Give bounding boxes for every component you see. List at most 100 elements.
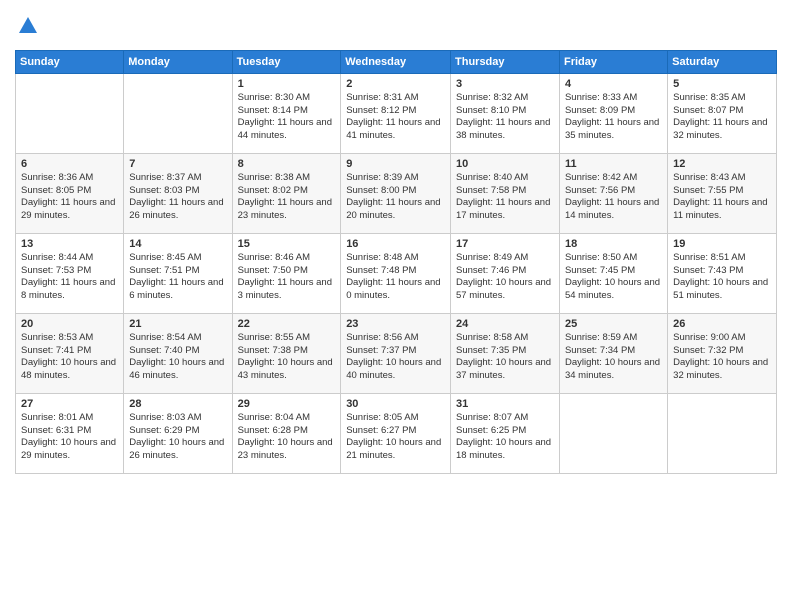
day-number: 9 — [346, 158, 445, 170]
day-info: Sunrise: 8:54 AM Sunset: 7:40 PM Dayligh… — [129, 332, 226, 383]
day-number: 5 — [673, 78, 771, 90]
calendar-cell: 22 Sunrise: 8:55 AM Sunset: 7:38 PM Dayli… — [232, 313, 341, 393]
calendar-week-3: 13 Sunrise: 8:44 AM Sunset: 7:53 PM Dayli… — [16, 233, 777, 313]
day-number: 10 — [456, 158, 554, 170]
calendar-cell: 13 Sunrise: 8:44 AM Sunset: 7:53 PM Dayli… — [16, 233, 124, 313]
day-info: Sunrise: 8:39 AM Sunset: 8:00 PM Dayligh… — [346, 172, 445, 223]
day-number: 19 — [673, 238, 771, 250]
calendar-cell: 2Sunrise: 8:31 AM Sunset: 8:12 PM Daylig… — [341, 73, 451, 153]
day-info: Sunrise: 8:35 AM Sunset: 8:07 PM Dayligh… — [673, 92, 771, 143]
calendar-cell: 12 Sunrise: 8:43 AM Sunset: 7:55 PM Dayli… — [668, 153, 777, 233]
day-info: Sunrise: 8:50 AM Sunset: 7:45 PM Dayligh… — [565, 252, 662, 303]
calendar-week-2: 6Sunrise: 8:36 AM Sunset: 8:05 PM Daylig… — [16, 153, 777, 233]
calendar-cell: 9 Sunrise: 8:39 AM Sunset: 8:00 PM Daylig… — [341, 153, 451, 233]
calendar-cell — [124, 73, 232, 153]
calendar-cell: 28 Sunrise: 8:03 AM Sunset: 6:29 PM Dayli… — [124, 393, 232, 473]
calendar-body: 1 Sunrise: 8:30 AM Sunset: 8:14 PM Daylig… — [16, 73, 777, 473]
day-info: Sunrise: 8:48 AM Sunset: 7:48 PM Dayligh… — [346, 252, 445, 303]
day-number: 7 — [129, 158, 226, 170]
calendar-cell: 21 Sunrise: 8:54 AM Sunset: 7:40 PM Dayli… — [124, 313, 232, 393]
page: SundayMondayTuesdayWednesdayThursdayFrid… — [0, 0, 792, 612]
logo-text — [15, 15, 39, 42]
calendar-cell: 18 Sunrise: 8:50 AM Sunset: 7:45 PM Dayli… — [559, 233, 667, 313]
calendar-cell: 26 Sunrise: 9:00 AM Sunset: 7:32 PM Dayli… — [668, 313, 777, 393]
day-number: 17 — [456, 238, 554, 250]
calendar-cell: 11Sunrise: 8:42 AM Sunset: 7:56 PM Dayli… — [559, 153, 667, 233]
day-number: 24 — [456, 318, 554, 330]
logo-icon — [17, 15, 39, 37]
day-info: Sunrise: 8:46 AM Sunset: 7:50 PM Dayligh… — [238, 252, 336, 303]
weekday-header-wednesday: Wednesday — [341, 50, 451, 73]
calendar-cell: 16 Sunrise: 8:48 AM Sunset: 7:48 PM Dayli… — [341, 233, 451, 313]
day-info: Sunrise: 9:00 AM Sunset: 7:32 PM Dayligh… — [673, 332, 771, 383]
calendar-cell: 20Sunrise: 8:53 AM Sunset: 7:41 PM Dayli… — [16, 313, 124, 393]
day-info: Sunrise: 8:36 AM Sunset: 8:05 PM Dayligh… — [21, 172, 118, 223]
day-number: 14 — [129, 238, 226, 250]
day-number: 12 — [673, 158, 771, 170]
day-number: 4 — [565, 78, 662, 90]
day-number: 1 — [238, 78, 336, 90]
day-info: Sunrise: 8:44 AM Sunset: 7:53 PM Dayligh… — [21, 252, 118, 303]
day-info: Sunrise: 8:51 AM Sunset: 7:43 PM Dayligh… — [673, 252, 771, 303]
calendar-cell: 24 Sunrise: 8:58 AM Sunset: 7:35 PM Dayli… — [451, 313, 560, 393]
day-number: 18 — [565, 238, 662, 250]
calendar-cell: 3 Sunrise: 8:32 AM Sunset: 8:10 PM Daylig… — [451, 73, 560, 153]
calendar-cell: 29Sunrise: 8:04 AM Sunset: 6:28 PM Dayli… — [232, 393, 341, 473]
day-number: 16 — [346, 238, 445, 250]
day-number: 27 — [21, 398, 118, 410]
day-info: Sunrise: 8:05 AM Sunset: 6:27 PM Dayligh… — [346, 412, 445, 463]
day-info: Sunrise: 8:56 AM Sunset: 7:37 PM Dayligh… — [346, 332, 445, 383]
day-info: Sunrise: 8:55 AM Sunset: 7:38 PM Dayligh… — [238, 332, 336, 383]
day-info: Sunrise: 8:45 AM Sunset: 7:51 PM Dayligh… — [129, 252, 226, 303]
day-number: 23 — [346, 318, 445, 330]
weekday-header-monday: Monday — [124, 50, 232, 73]
weekday-header-saturday: Saturday — [668, 50, 777, 73]
day-info: Sunrise: 8:33 AM Sunset: 8:09 PM Dayligh… — [565, 92, 662, 143]
day-info: Sunrise: 8:38 AM Sunset: 8:02 PM Dayligh… — [238, 172, 336, 223]
calendar-cell: 17Sunrise: 8:49 AM Sunset: 7:46 PM Dayli… — [451, 233, 560, 313]
calendar-cell: 6Sunrise: 8:36 AM Sunset: 8:05 PM Daylig… — [16, 153, 124, 233]
day-info: Sunrise: 8:32 AM Sunset: 8:10 PM Dayligh… — [456, 92, 554, 143]
day-number: 3 — [456, 78, 554, 90]
calendar-cell: 25Sunrise: 8:59 AM Sunset: 7:34 PM Dayli… — [559, 313, 667, 393]
day-info: Sunrise: 8:04 AM Sunset: 6:28 PM Dayligh… — [238, 412, 336, 463]
day-info: Sunrise: 8:40 AM Sunset: 7:58 PM Dayligh… — [456, 172, 554, 223]
calendar-cell — [559, 393, 667, 473]
day-number: 13 — [21, 238, 118, 250]
day-number: 22 — [238, 318, 336, 330]
day-info: Sunrise: 8:43 AM Sunset: 7:55 PM Dayligh… — [673, 172, 771, 223]
calendar-cell: 8 Sunrise: 8:38 AM Sunset: 8:02 PM Daylig… — [232, 153, 341, 233]
calendar-cell: 5 Sunrise: 8:35 AM Sunset: 8:07 PM Daylig… — [668, 73, 777, 153]
day-number: 26 — [673, 318, 771, 330]
day-number: 8 — [238, 158, 336, 170]
header — [15, 10, 777, 42]
day-info: Sunrise: 8:31 AM Sunset: 8:12 PM Dayligh… — [346, 92, 445, 143]
calendar-cell: 31Sunrise: 8:07 AM Sunset: 6:25 PM Dayli… — [451, 393, 560, 473]
day-number: 31 — [456, 398, 554, 410]
calendar-week-4: 20Sunrise: 8:53 AM Sunset: 7:41 PM Dayli… — [16, 313, 777, 393]
day-number: 11 — [565, 158, 662, 170]
calendar-cell: 1 Sunrise: 8:30 AM Sunset: 8:14 PM Daylig… — [232, 73, 341, 153]
day-info: Sunrise: 8:58 AM Sunset: 7:35 PM Dayligh… — [456, 332, 554, 383]
day-number: 21 — [129, 318, 226, 330]
calendar-header: SundayMondayTuesdayWednesdayThursdayFrid… — [16, 50, 777, 73]
day-info: Sunrise: 8:03 AM Sunset: 6:29 PM Dayligh… — [129, 412, 226, 463]
calendar-cell: 7 Sunrise: 8:37 AM Sunset: 8:03 PM Daylig… — [124, 153, 232, 233]
day-info: Sunrise: 8:01 AM Sunset: 6:31 PM Dayligh… — [21, 412, 118, 463]
weekday-header-friday: Friday — [559, 50, 667, 73]
calendar-cell: 10 Sunrise: 8:40 AM Sunset: 7:58 PM Dayli… — [451, 153, 560, 233]
calendar-cell: 19 Sunrise: 8:51 AM Sunset: 7:43 PM Dayli… — [668, 233, 777, 313]
calendar-week-1: 1 Sunrise: 8:30 AM Sunset: 8:14 PM Daylig… — [16, 73, 777, 153]
day-number: 28 — [129, 398, 226, 410]
day-info: Sunrise: 8:59 AM Sunset: 7:34 PM Dayligh… — [565, 332, 662, 383]
calendar-cell: 27 Sunrise: 8:01 AM Sunset: 6:31 PM Dayli… — [16, 393, 124, 473]
day-info: Sunrise: 8:37 AM Sunset: 8:03 PM Dayligh… — [129, 172, 226, 223]
calendar-cell: 30Sunrise: 8:05 AM Sunset: 6:27 PM Dayli… — [341, 393, 451, 473]
calendar-cell: 15 Sunrise: 8:46 AM Sunset: 7:50 PM Dayli… — [232, 233, 341, 313]
weekday-header-tuesday: Tuesday — [232, 50, 341, 73]
calendar-cell: 4 Sunrise: 8:33 AM Sunset: 8:09 PM Daylig… — [559, 73, 667, 153]
day-number: 15 — [238, 238, 336, 250]
calendar-cell: 23 Sunrise: 8:56 AM Sunset: 7:37 PM Dayli… — [341, 313, 451, 393]
calendar-cell: 14 Sunrise: 8:45 AM Sunset: 7:51 PM Dayli… — [124, 233, 232, 313]
day-info: Sunrise: 8:30 AM Sunset: 8:14 PM Dayligh… — [238, 92, 336, 143]
